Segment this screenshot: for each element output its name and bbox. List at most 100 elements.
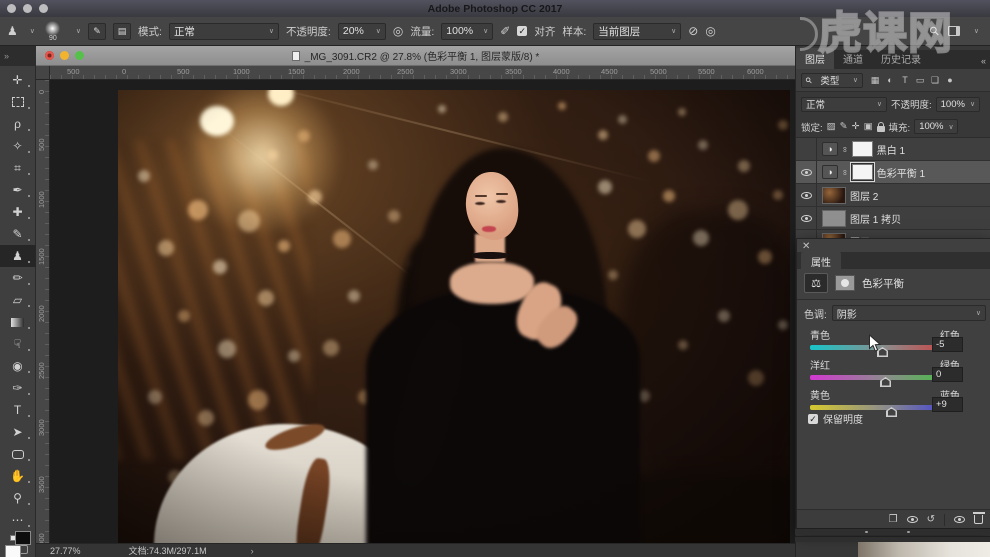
- more-tools[interactable]: ⋯: [0, 509, 36, 531]
- tab-history[interactable]: 历史记录: [872, 48, 930, 69]
- brush-preset-picker[interactable]: 90: [42, 21, 64, 42]
- doc-minimize-button[interactable]: [60, 51, 69, 60]
- properties-close-icon[interactable]: ✕: [802, 241, 810, 252]
- background-color-swatch[interactable]: [15, 531, 31, 545]
- flow-select[interactable]: 100% ∨: [441, 23, 493, 40]
- healing-brush-tool[interactable]: ✚: [0, 201, 36, 223]
- dodge-tool[interactable]: ◉: [0, 355, 36, 377]
- move-tool[interactable]: ✛: [0, 69, 36, 91]
- layer-row-4[interactable]: 图层 1 拷贝: [796, 207, 990, 230]
- reset-adjustment-icon[interactable]: ↺: [927, 514, 935, 525]
- photo-document[interactable]: [118, 90, 790, 543]
- mode-select[interactable]: 正常 ∨: [169, 23, 279, 40]
- tab-properties[interactable]: 属性: [801, 252, 841, 271]
- brush-picker-chevron-icon[interactable]: ∨: [76, 27, 81, 35]
- layer-name[interactable]: 图层 1 拷贝: [850, 211, 901, 226]
- delete-adjustment-icon[interactable]: [974, 515, 983, 524]
- shape-tool[interactable]: [0, 443, 36, 465]
- foreground-color-swatch[interactable]: [5, 545, 21, 557]
- zoom-level-field[interactable]: 27.77%: [50, 546, 81, 556]
- layer-visibility-eye-icon[interactable]: [796, 207, 817, 229]
- opacity-select[interactable]: 20% ∨: [338, 23, 386, 40]
- status-expand-icon[interactable]: ›: [251, 546, 254, 556]
- mask-link-icon[interactable]: ∞: [840, 169, 849, 175]
- history-brush-tool[interactable]: ✏: [0, 267, 36, 289]
- filter-shape-icon[interactable]: ▭: [914, 75, 926, 86]
- adjustment-layer-icon[interactable]: ◑: [822, 165, 838, 179]
- panel-resize-strip-2[interactable]: [795, 536, 990, 542]
- layer-visibility-eye-icon[interactable]: [796, 230, 817, 238]
- panel-collapse-corner[interactable]: »: [0, 46, 36, 66]
- layers-opacity-select[interactable]: 100% ∨: [936, 97, 980, 112]
- clone-stamp-tool[interactable]: ♟: [0, 245, 36, 267]
- color-balance-icon[interactable]: ⚖: [804, 273, 828, 293]
- quick-selection-tool[interactable]: ✧: [0, 135, 36, 157]
- tab-channels[interactable]: 通道: [834, 48, 872, 69]
- layer-row-5[interactable]: 图层 1: [796, 230, 990, 238]
- smudge-tool[interactable]: ☟: [0, 333, 36, 355]
- layer-visibility-eye-icon[interactable]: [796, 184, 817, 206]
- fill-select[interactable]: 100% ∨: [914, 119, 958, 134]
- tab-layers[interactable]: 图层: [796, 48, 834, 69]
- layer-mask-thumbnail[interactable]: [852, 164, 873, 180]
- airbrush-icon[interactable]: ✐: [500, 24, 510, 38]
- layer-filter-select[interactable]: ⚲ 类型 ∨: [801, 73, 863, 88]
- preserve-luminosity-checkbox[interactable]: ✓: [808, 414, 818, 424]
- hand-tool[interactable]: ✋: [0, 465, 36, 487]
- path-selection-tool[interactable]: ➤: [0, 421, 36, 443]
- brush-tool[interactable]: ✎: [0, 223, 36, 245]
- layer-name[interactable]: 黑白 1: [877, 142, 905, 157]
- layer-mask-thumbnail[interactable]: [852, 141, 873, 157]
- filter-type-icon[interactable]: T: [899, 75, 911, 86]
- vertical-ruler[interactable]: 05001000150020002500300035004000: [36, 80, 50, 543]
- filter-pixel-icon[interactable]: ▦: [869, 75, 881, 86]
- eraser-tool[interactable]: ▱: [0, 289, 36, 311]
- search-icon[interactable]: ⚲: [926, 23, 942, 39]
- layer-row-1[interactable]: ◑∞ 黑白 1: [796, 138, 990, 161]
- yellow-blue-value-input[interactable]: [932, 397, 963, 412]
- layer-thumbnail[interactable]: [822, 210, 846, 227]
- clip-to-layer-icon[interactable]: ❐: [889, 514, 898, 525]
- lock-position-icon[interactable]: ✛: [852, 121, 860, 132]
- mask-link-icon[interactable]: ∞: [840, 146, 849, 152]
- align-checkbox[interactable]: ✓: [517, 26, 527, 36]
- type-tool[interactable]: T: [0, 399, 36, 421]
- canvas-pasteboard[interactable]: [50, 80, 795, 543]
- filter-dot-icon[interactable]: ●: [944, 75, 956, 86]
- doc-zoom-button[interactable]: [75, 51, 84, 60]
- document-title-bar[interactable]: _MG_3091.CR2 @ 27.8% (色彩平衡 1, 图层蒙版/8) *: [36, 46, 795, 66]
- blend-mode-select[interactable]: 正常 ∨: [801, 97, 887, 112]
- layer-mask-icon[interactable]: [835, 275, 855, 291]
- adjustment-layer-icon[interactable]: ◑: [822, 142, 838, 156]
- horizontal-ruler[interactable]: 5000500100015002000250030003500400045005…: [50, 66, 795, 80]
- magenta-green-value-input[interactable]: [932, 367, 963, 382]
- eyedropper-tool[interactable]: ✒: [0, 179, 36, 201]
- pressure-size-icon[interactable]: ◎: [705, 24, 715, 38]
- cyan-red-slider-thumb[interactable]: [877, 347, 888, 357]
- clone-stamp-preset-icon[interactable]: ♟: [7, 24, 18, 38]
- lock-all-icon[interactable]: [877, 126, 885, 132]
- pen-tool[interactable]: ✑: [0, 377, 36, 399]
- gradient-tool[interactable]: [0, 311, 36, 333]
- workspace-chevron-icon[interactable]: ∨: [974, 27, 979, 35]
- magenta-green-slider-thumb[interactable]: [880, 377, 891, 387]
- layer-visibility-eye-icon[interactable]: [796, 161, 817, 183]
- layer-name[interactable]: 图层 2: [850, 188, 878, 203]
- layer-name[interactable]: 色彩平衡 1: [877, 165, 925, 180]
- ignore-adjustment-layers-icon[interactable]: ⊘: [688, 24, 698, 38]
- layer-row-3[interactable]: 图层 2: [796, 184, 990, 207]
- view-previous-state-icon[interactable]: [907, 516, 918, 523]
- lock-transparency-icon[interactable]: ▨: [827, 121, 836, 132]
- yellow-blue-slider-thumb[interactable]: [886, 407, 897, 417]
- lock-pixels-icon[interactable]: ✎: [840, 121, 848, 132]
- filter-adjustment-icon[interactable]: ◐: [884, 75, 896, 86]
- lock-artboard-icon[interactable]: ▣: [864, 121, 873, 132]
- pressure-opacity-icon[interactable]: ◎: [393, 24, 403, 38]
- sample-select[interactable]: 当前图层 ∨: [593, 23, 681, 40]
- workspace-icon[interactable]: [948, 26, 960, 36]
- panel-collapse-icon[interactable]: «: [976, 56, 990, 69]
- tool-preset-chevron-icon[interactable]: ∨: [30, 27, 35, 35]
- adjustment-visibility-icon[interactable]: [954, 516, 965, 523]
- crop-tool[interactable]: ⌗: [0, 157, 36, 179]
- layer-row-2[interactable]: ◑∞ 色彩平衡 1: [796, 161, 990, 184]
